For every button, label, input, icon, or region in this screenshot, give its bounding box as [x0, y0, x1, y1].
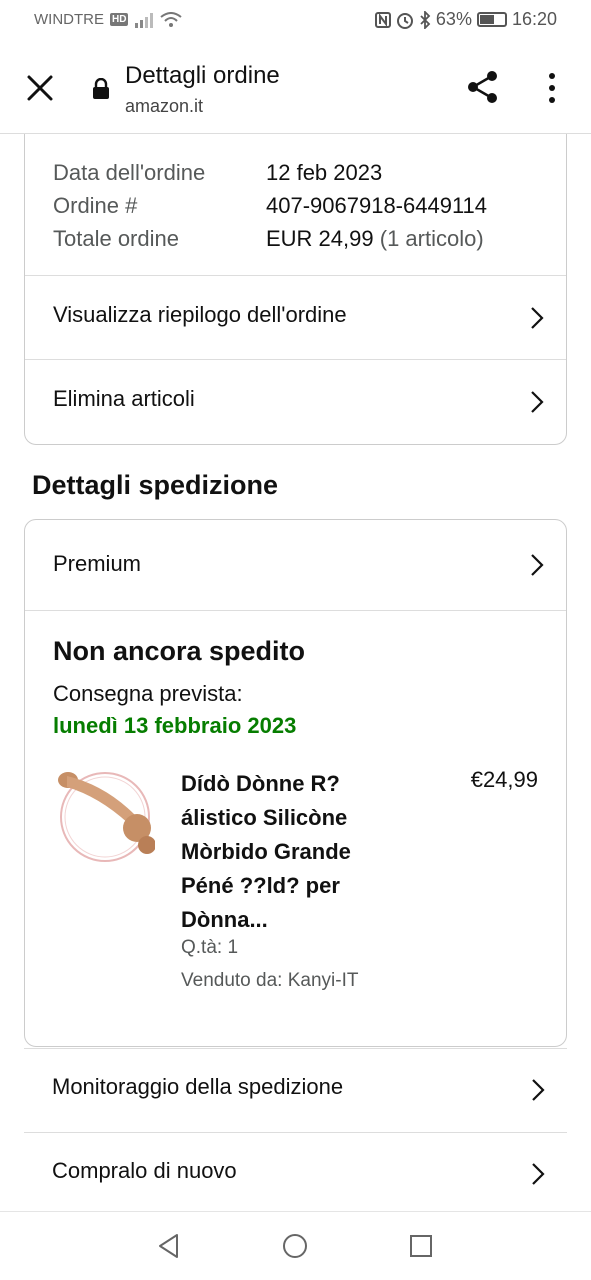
shipment-status: Non ancora spedito: [53, 636, 306, 666]
order-date-row: Data dell'ordine 12 feb 2023: [53, 156, 487, 189]
product-title[interactable]: Dídò Dònne R? álistico Silicòne Mòrbido …: [181, 767, 401, 937]
battery-icon: [476, 12, 507, 27]
shipment-card: Premium Non ancora spedito Consegna prev…: [24, 519, 567, 1047]
shipping-option-label: Premium: [53, 551, 142, 576]
system-navigation-bar: [0, 1211, 591, 1280]
order-item-count: (1 articolo): [379, 226, 484, 251]
recents-icon[interactable]: [407, 1232, 435, 1260]
order-number-value: 407-9067918-6449114: [266, 193, 488, 218]
product-image[interactable]: [55, 765, 155, 865]
page-domain: amazon.it: [125, 96, 204, 116]
carrier-label: WINDTRE: [34, 11, 104, 28]
track-shipment-link[interactable]: Monitoraggio della spedizione: [24, 1048, 567, 1132]
chevron-right-icon: [532, 1163, 545, 1185]
wifi-icon: [160, 11, 183, 27]
product-price: €24,99: [470, 767, 538, 792]
hd-badge: HD: [110, 13, 129, 26]
battery-level-fill: [479, 15, 495, 24]
home-icon[interactable]: [281, 1232, 309, 1260]
delivery-label: Consegna prevista:: [53, 681, 243, 706]
browser-toolbar: Dettagli ordine amazon.it: [0, 42, 591, 134]
order-date-value: 12 feb 2023: [266, 160, 383, 185]
page-title: Dettagli ordine: [125, 62, 280, 89]
back-icon[interactable]: [155, 1232, 183, 1260]
order-info: Data dell'ordine 12 feb 2023 Ordine # 40…: [53, 156, 487, 255]
order-date-label: Data dell'ordine: [53, 160, 206, 185]
chevron-right-icon: [531, 307, 544, 329]
status-left: WINDTRE HD: [34, 11, 183, 28]
delete-items-label: Elimina articoli: [53, 386, 195, 411]
order-summary-card: Data dell'ordine 12 feb 2023 Ordine # 40…: [24, 134, 567, 445]
view-order-summary-link[interactable]: Visualizza riepilogo dell'ordine: [25, 275, 566, 360]
status-right: 63% 16:20: [374, 9, 557, 30]
share-icon[interactable]: [466, 70, 500, 104]
clock: 16:20: [511, 9, 557, 29]
buy-again-link[interactable]: Compralo di nuovo: [24, 1132, 567, 1216]
product-quantity: Q.tà: 1: [181, 937, 239, 958]
chevron-right-icon: [532, 1079, 545, 1101]
lock-icon[interactable]: [92, 78, 110, 100]
product-seller: Venduto da: Kanyi-IT: [181, 970, 359, 991]
shipping-section-title: Dettagli spedizione: [32, 470, 279, 500]
close-icon[interactable]: [24, 72, 56, 104]
order-total-label: Totale ordine: [53, 226, 179, 251]
order-number-label: Ordine #: [53, 193, 138, 218]
signal-icon: [135, 12, 154, 28]
more-vert-icon[interactable]: [540, 70, 564, 106]
track-shipment-label: Monitoraggio della spedizione: [52, 1074, 344, 1099]
order-total-row: Totale ordine EUR 24,99 (1 articolo): [53, 222, 487, 255]
status-bar: WINDTRE HD 63% 16:20: [0, 0, 591, 42]
order-total-value: EUR 24,99 (1 articolo): [266, 222, 484, 255]
chevron-right-icon: [531, 554, 544, 576]
delivery-date: lunedì 13 febbraio 2023: [53, 713, 297, 738]
buy-again-label: Compralo di nuovo: [52, 1158, 237, 1183]
shipping-option-row[interactable]: Premium: [25, 520, 566, 611]
nfc-icon: [374, 11, 391, 28]
order-number-row: Ordine # 407-9067918-6449114: [53, 189, 487, 222]
chevron-right-icon: [531, 391, 544, 413]
view-order-summary-label: Visualizza riepilogo dell'ordine: [53, 302, 347, 327]
delete-items-link[interactable]: Elimina articoli: [25, 359, 566, 444]
battery-percent: 63%: [435, 9, 472, 29]
alarm-icon: [396, 12, 413, 29]
order-total-amount: EUR 24,99: [266, 226, 374, 251]
bluetooth-icon: [420, 10, 431, 29]
